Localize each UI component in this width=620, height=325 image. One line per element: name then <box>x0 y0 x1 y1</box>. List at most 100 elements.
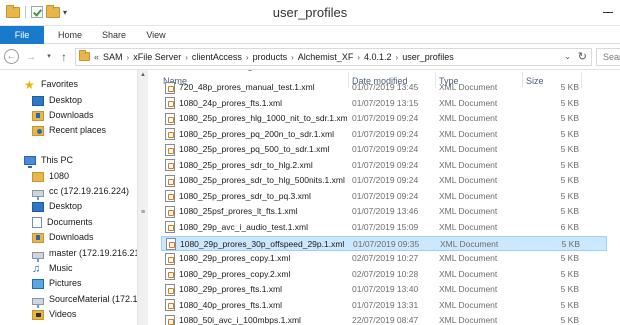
nav-item-documents[interactable]: Documents <box>32 215 93 230</box>
tab-home[interactable]: Home <box>52 26 88 44</box>
table-row[interactable]: 1080_25p_prores_hlg_1000_nit_to_sdr.1.xm… <box>161 111 607 126</box>
nav-item-downloads-pc[interactable]: Downloads <box>32 230 94 245</box>
table-row[interactable]: 1080_25p_prores_sdr_to_hlg.2.xml 01/07/20… <box>161 158 607 173</box>
address-history-chevron-icon[interactable]: ⌄ <box>564 52 571 61</box>
file-size: 5 KB <box>560 175 579 186</box>
xml-file-icon <box>165 221 175 234</box>
table-row[interactable]: 720_48p_prores_manual_test.1.xml 01/07/20… <box>161 80 607 95</box>
breadcrumb-products[interactable]: products <box>253 52 288 62</box>
nav-favorites[interactable]: ★ Favorites <box>24 77 78 92</box>
nav-item-1080[interactable]: 1080 <box>32 169 69 184</box>
breadcrumb-separator-icon[interactable]: › <box>246 53 249 62</box>
refresh-icon[interactable]: ↻ <box>578 50 587 63</box>
breadcrumb-separator-icon[interactable]: › <box>127 53 130 62</box>
recent-places-icon <box>32 125 44 136</box>
file-name-cell[interactable]: 1080_29p_prores_fts.1.xml <box>165 282 347 297</box>
forward-arrow-icon[interactable]: → <box>23 49 39 65</box>
nav-item-sourcematerial-drive[interactable]: SourceMaterial (172.19. <box>32 292 145 308</box>
breadcrumb-clientaccess[interactable]: clientAccess <box>192 52 242 62</box>
scroll-up-arrow-icon[interactable]: ▲ <box>138 72 148 80</box>
xml-file-icon <box>165 81 175 94</box>
up-arrow-icon[interactable]: ↑ <box>56 49 72 65</box>
file-name-cell[interactable]: 1080_40p_prores_fts.1.xml <box>165 298 347 313</box>
breadcrumb-xfile-server[interactable]: xFile Server <box>133 52 181 62</box>
breadcrumb-user-profiles[interactable]: user_profiles <box>402 52 454 62</box>
breadcrumb-separator-icon[interactable]: › <box>185 53 188 62</box>
file-name: 1080_40p_prores_fts.1.xml <box>179 299 283 310</box>
nav-item-downloads[interactable]: Downloads <box>32 108 94 123</box>
file-name-cell[interactable]: 1080_25psf_prores_lt_fts.1.xml <box>165 204 347 219</box>
recent-locations-chevron-icon[interactable]: ▾ <box>41 49 57 65</box>
breadcrumb-separator-icon[interactable]: › <box>396 53 399 62</box>
breadcrumb-separator-icon[interactable]: › <box>291 53 294 62</box>
nav-item-label: Pictures <box>49 278 82 288</box>
nav-this-pc[interactable]: This PC <box>24 153 73 168</box>
file-name-cell[interactable]: 720_48p_prores_manual_test.1.xml <box>165 80 347 95</box>
xml-file-icon <box>165 143 175 156</box>
table-row[interactable]: 1080_25p_prores_sdr_to_hlg_500nits.1.xml… <box>161 173 607 188</box>
file-name: 1080_25p_prores_sdr_to_hlg.2.xml <box>179 159 313 170</box>
nav-item-label: Downloads <box>49 232 94 242</box>
table-row[interactable]: 1080_25psf_prores_lt_fts.1.xml 01/07/2019… <box>161 204 607 219</box>
file-name-cell[interactable]: 1080_25p_prores_sdr_to_hlg.2.xml <box>165 158 347 173</box>
file-size: 5 KB <box>560 159 579 170</box>
file-type: XML Document <box>439 253 498 264</box>
table-row[interactable]: 1080_25p_prores_sdr_to_pq.3.xml 01/07/201… <box>161 189 607 204</box>
file-name-cell[interactable]: 1080_29p_prores_copy.1.xml <box>165 251 347 266</box>
navigation-pane-scrollbar[interactable]: ▲ ≡ <box>137 70 148 325</box>
tab-view[interactable]: View <box>140 26 172 44</box>
documents-icon <box>32 217 42 228</box>
file-name-cell[interactable]: 1080_29p_prores_30p_offspeed_29p.1.xml <box>166 237 348 252</box>
scroll-thumb-grip-icon[interactable]: ≡ <box>140 209 146 218</box>
table-row[interactable]: 1080_50i_avc_i_100mbps.1.xml 22/07/2019 0… <box>161 313 607 325</box>
file-type: XML Document <box>439 221 498 232</box>
nav-item-recent-places[interactable]: Recent places <box>32 123 106 138</box>
favorites-star-icon: ★ <box>24 77 35 92</box>
table-row[interactable]: 1080_29p_avc_i_audio_test.1.xml 01/07/201… <box>161 220 607 235</box>
minimize-button[interactable] <box>600 4 616 18</box>
table-row[interactable]: 1080_25p_prores_pq_200n_to_sdr.1.xml 01/0… <box>161 127 607 142</box>
table-row[interactable]: 1080_29p_prores_copy.1.xml 02/07/2019 10:… <box>161 251 607 266</box>
file-date-modified: 01/07/2019 13:40 <box>352 284 419 295</box>
table-row[interactable]: 1080_40p_prores_fts.1.xml 01/07/2019 13:3… <box>161 298 607 313</box>
file-name-cell[interactable]: 1080_25p_prores_sdr_to_pq.3.xml <box>165 189 347 204</box>
nav-item-label: Recent places <box>49 125 107 135</box>
file-name-cell[interactable]: 1080_29p_prores_copy.2.xml <box>165 267 347 282</box>
breadcrumb-version[interactable]: 4.0.1.2 <box>364 52 392 62</box>
tab-file[interactable]: File <box>0 26 44 44</box>
nav-item-desktop[interactable]: Desktop <box>32 93 82 108</box>
nav-this-pc-label: This PC <box>41 155 74 165</box>
file-name-cell[interactable]: 1080_50i_avc_i_100mbps.1.xml <box>165 313 347 325</box>
file-name-cell[interactable]: 1080_25p_prores_pq_200n_to_sdr.1.xml <box>165 127 347 142</box>
table-row[interactable]: 1080_29p_prores_fts.1.xml 01/07/2019 13:4… <box>161 282 607 297</box>
table-row[interactable]: 1080_29p_prores_copy.2.xml 02/07/2019 10:… <box>161 267 607 282</box>
nav-item-desktop-pc[interactable]: Desktop <box>32 199 82 214</box>
search-input[interactable]: Search user_profiles <box>596 48 620 66</box>
nav-item-music[interactable]: ♫ Music <box>32 261 73 276</box>
breadcrumb-alchemist-xf[interactable]: Alchemist_XF <box>298 52 354 62</box>
nav-item-videos[interactable]: Videos <box>32 307 76 322</box>
file-type: XML Document <box>439 128 498 139</box>
back-arrow-icon[interactable]: ← <box>4 49 19 64</box>
nav-item-cc-drive[interactable]: cc (172.19.216.224) <box>32 184 129 200</box>
file-name-cell[interactable]: 1080_25p_prores_pq_500_to_sdr.1.xml <box>165 142 347 157</box>
file-name-cell[interactable]: 1080_24p_prores_fts.1.xml <box>165 96 347 111</box>
table-row[interactable]: 1080_24p_prores_fts.1.xml 01/07/2019 13:1… <box>161 96 607 111</box>
file-name-cell[interactable]: 1080_25p_prores_hlg_1000_nit_to_sdr.1.xm… <box>165 111 347 126</box>
file-name-cell[interactable]: 1080_25p_prores_sdr_to_hlg_500nits.1.xml <box>165 173 347 188</box>
breadcrumb-separator-icon[interactable]: › <box>357 53 360 62</box>
address-bar[interactable]: « SAM › xFile Server › clientAccess › pr… <box>75 48 592 66</box>
file-name: 1080_29p_prores_copy.2.xml <box>179 268 291 279</box>
nav-item-master-drive[interactable]: master (172.19.216.218) <box>32 246 147 262</box>
file-name: 1080_24p_prores_fts.1.xml <box>179 97 283 108</box>
file-name-cell[interactable]: 1080_29p_avc_i_audio_test.1.xml <box>165 220 347 235</box>
file-type: XML Document <box>439 268 498 279</box>
xml-file-icon <box>165 97 175 110</box>
table-row[interactable]: 1080_29p_prores_30p_offspeed_29p.1.xml 01… <box>161 235 607 252</box>
file-size: 5 KB <box>560 144 579 155</box>
nav-item-pictures[interactable]: Pictures <box>32 276 82 291</box>
breadcrumb-sam[interactable]: SAM <box>103 52 123 62</box>
breadcrumb-overflow[interactable]: « <box>94 52 99 62</box>
tab-share[interactable]: Share <box>96 26 132 44</box>
table-row[interactable]: 1080_25p_prores_pq_500_to_sdr.1.xml 01/07… <box>161 142 607 157</box>
